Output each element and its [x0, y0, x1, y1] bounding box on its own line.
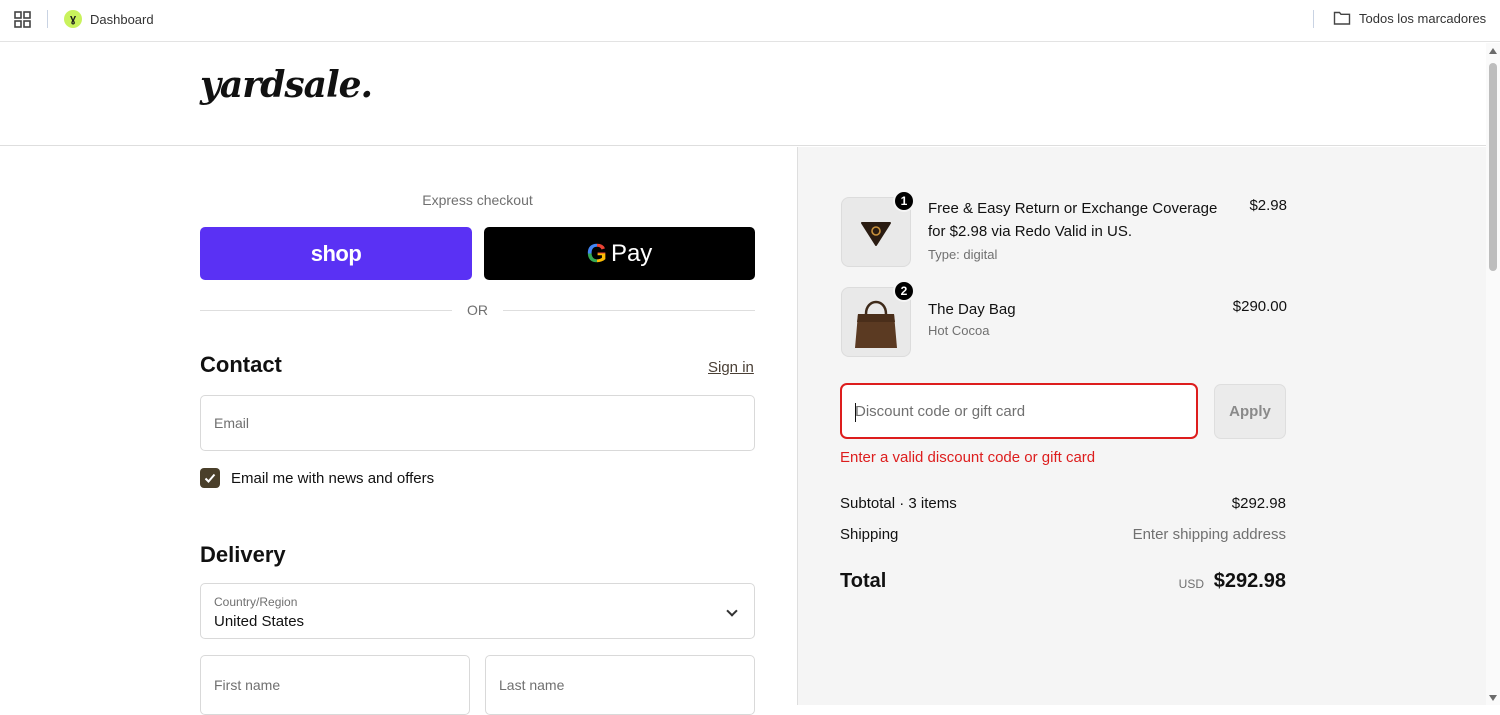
page-scrollbar[interactable] [1486, 43, 1500, 705]
newsletter-checkbox[interactable] [200, 468, 220, 488]
last-name-placeholder: Last name [499, 677, 565, 693]
or-label: OR [467, 302, 488, 318]
total-currency: USD [1178, 577, 1204, 591]
scroll-up-arrow-icon[interactable] [1489, 48, 1497, 54]
item-detail: Hot Cocoa [928, 323, 990, 338]
chevron-down-icon [726, 605, 738, 617]
bookmarks-separator [1313, 10, 1314, 28]
contact-heading: Contact [200, 352, 282, 377]
shipping-label: Shipping [840, 526, 899, 543]
total-value: $292.98 [1213, 570, 1286, 592]
store-logo[interactable]: yardsale. [200, 64, 373, 106]
discount-code-input[interactable]: Discount code or gift card [840, 383, 1198, 439]
folder-icon [1333, 11, 1351, 25]
email-placeholder: Email [214, 415, 250, 431]
bookmark-dashboard-label: Dashboard [90, 11, 154, 27]
bookmarks-bar: ɣ Dashboard Todos los marcadores [0, 0, 1500, 42]
delivery-heading: Delivery [200, 542, 286, 567]
google-pay-button[interactable]: G Pay [484, 227, 755, 280]
subtotal-row: Subtotal · 3 items $292.98 [840, 495, 1286, 512]
google-g-icon: G [586, 238, 607, 268]
checkout-header: yardsale. [0, 43, 1486, 146]
scroll-down-arrow-icon[interactable] [1489, 695, 1497, 701]
checkmark-icon [204, 473, 216, 483]
shipping-row: Shipping Enter shipping address [840, 526, 1286, 543]
apps-grid-icon[interactable] [14, 11, 32, 29]
text-caret [855, 403, 856, 422]
item-name: The Day Bag [928, 301, 1016, 318]
first-name-field[interactable]: First name [200, 655, 470, 715]
item-price: $290.00 [1232, 298, 1287, 315]
or-divider: OR [200, 302, 755, 320]
discount-error-message: Enter a valid discount code or gift card [840, 449, 1096, 466]
item-price: $2.98 [1249, 197, 1287, 214]
bookmark-all-bookmarks[interactable]: Todos los marcadores [1333, 10, 1486, 26]
shop-pay-label: shop [310, 240, 362, 266]
scrollbar-thumb[interactable] [1489, 63, 1497, 271]
shipping-value: Enter shipping address [1132, 526, 1286, 543]
dashboard-favicon-icon: ɣ [64, 10, 82, 28]
country-region-select[interactable]: Country/Region United States [200, 583, 755, 639]
newsletter-label: Email me with news and offers [231, 469, 435, 487]
item-quantity-badge: 1 [893, 190, 915, 212]
return-coverage-shield-icon [861, 222, 891, 246]
discount-code-placeholder: Discount code or gift card [855, 403, 1026, 420]
email-field[interactable]: Email [200, 395, 755, 451]
item-detail: Type: digital [928, 247, 998, 262]
apply-discount-button[interactable]: Apply [1214, 384, 1286, 439]
bookmarks-separator [47, 10, 48, 28]
country-region-value: United States [214, 613, 305, 630]
country-region-label: Country/Region [214, 595, 298, 609]
newsletter-checkbox-row[interactable]: Email me with news and offers [200, 468, 434, 488]
express-checkout-label: Express checkout [422, 192, 533, 208]
subtotal-label: Subtotal · 3 items [840, 495, 957, 512]
bookmark-dashboard[interactable]: ɣ Dashboard [64, 10, 154, 28]
item-quantity-badge: 2 [893, 280, 915, 302]
total-label: Total [840, 570, 887, 592]
order-summary-column: 1 Free & Easy Return or Exchange Coverag… [798, 147, 1486, 705]
checkout-form-column: Express checkout shop G Pay OR Contact S… [0, 147, 798, 715]
google-pay-label: Pay [610, 239, 653, 267]
total-row: Total USD $292.98 [840, 570, 1286, 593]
order-item: 1 Free & Easy Return or Exchange Coverag… [841, 190, 1287, 267]
item-name: Free & Easy Return or Exchange Coverage … [928, 200, 1218, 240]
first-name-placeholder: First name [214, 677, 281, 693]
subtotal-value: $292.98 [1231, 495, 1286, 512]
last-name-field[interactable]: Last name [485, 655, 755, 715]
shop-pay-button[interactable]: shop [200, 227, 472, 280]
bookmark-all-bookmarks-label: Todos los marcadores [1359, 10, 1487, 26]
tote-bag-icon [855, 300, 897, 348]
order-item: 2 The Day Bag Hot Cocoa $290.00 [841, 280, 1287, 357]
sign-in-link[interactable]: Sign in [708, 359, 754, 376]
